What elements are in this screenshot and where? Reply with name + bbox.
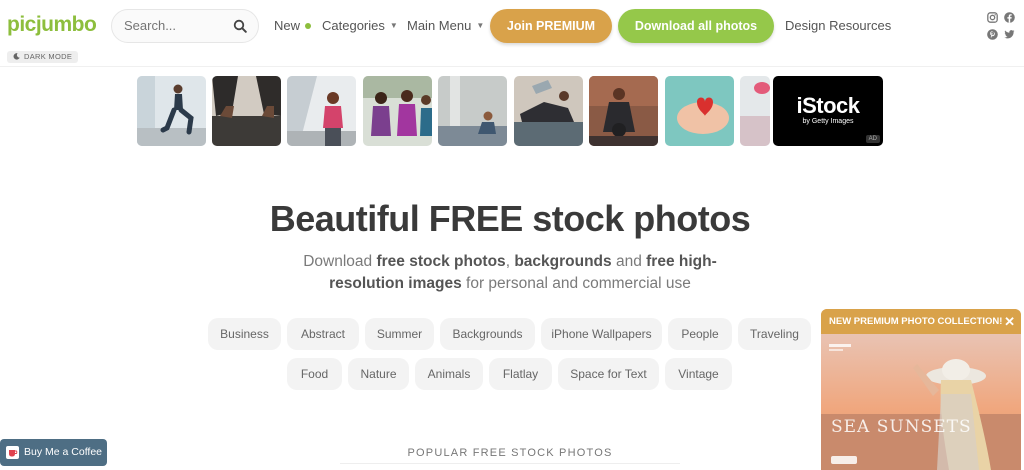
instagram-icon[interactable]	[987, 12, 998, 23]
ad-thumbnail[interactable]	[287, 76, 356, 146]
hero-sub-link-free-stock[interactable]: free stock photos	[376, 253, 505, 270]
hero-sub-text: Download	[303, 253, 377, 270]
header-divider	[0, 66, 1024, 67]
ad-thumbnail[interactable]	[137, 76, 206, 146]
popup-title: NEW PREMIUM PHOTO COLLECTION!	[821, 309, 1021, 334]
category-chip[interactable]: Business	[208, 318, 281, 350]
popular-divider	[340, 463, 680, 464]
close-icon[interactable]: ✕	[1004, 309, 1015, 334]
design-resources-link[interactable]: Design Resources	[785, 18, 891, 33]
caret-down-icon: ▼	[389, 21, 398, 30]
moon-icon	[13, 53, 20, 60]
category-chip[interactable]: Flatlay	[489, 358, 552, 390]
nav-new-label: New	[274, 18, 301, 33]
buy-me-coffee-button[interactable]: Buy Me a Coffee	[0, 439, 107, 466]
hero-title: Beautiful FREE stock photos	[269, 198, 751, 239]
dark-mode-toggle[interactable]: DARK MODE	[7, 51, 79, 63]
istock-subtitle: by Getty Images	[802, 118, 854, 125]
category-chip[interactable]: Backgrounds	[440, 318, 535, 350]
category-chip[interactable]: Nature	[348, 358, 409, 390]
premium-collection-popup[interactable]: NEW PREMIUM PHOTO COLLECTION! ✕ SEA SUNS…	[821, 309, 1021, 470]
search-input[interactable]	[124, 18, 234, 33]
nav-categories[interactable]: Categories ▼	[322, 18, 398, 33]
search-box[interactable]	[111, 9, 259, 43]
nav-main-menu-label: Main Menu	[407, 18, 472, 33]
category-chip[interactable]: Animals	[415, 358, 483, 390]
hero-sub-text: and	[611, 253, 647, 270]
ad-thumbnail[interactable]	[740, 76, 770, 146]
hero-sub-link-backgrounds[interactable]: backgrounds	[514, 253, 611, 270]
search-icon[interactable]	[233, 19, 247, 33]
ad-thumbnail[interactable]	[514, 76, 583, 146]
category-chip[interactable]: Traveling	[738, 318, 811, 350]
nav-main-menu[interactable]: Main Menu ▼	[407, 18, 484, 33]
coffee-cup-icon	[6, 446, 19, 459]
istock-logo: iStock	[796, 93, 860, 118]
caret-down-icon: ▼	[476, 21, 485, 30]
ad-thumbnail[interactable]	[665, 76, 734, 146]
coffee-label: Buy Me a Coffee	[24, 446, 103, 458]
ad-thumbnail[interactable]	[212, 76, 281, 146]
site-logo[interactable]: picjumbo	[7, 13, 97, 37]
category-chip[interactable]: Food	[287, 358, 342, 390]
category-chip[interactable]: Abstract	[287, 318, 359, 350]
popup-image-caption: SEA SUNSETS	[831, 417, 972, 437]
popup-promo-image[interactable]	[821, 334, 1021, 470]
site-header: picjumbo New Categories ▼ Main Menu ▼ Join…	[0, 0, 1024, 63]
ad-thumbnail[interactable]	[363, 76, 432, 146]
category-chip[interactable]: Summer	[365, 318, 434, 350]
ad-thumbnail[interactable]	[589, 76, 658, 146]
nav-new[interactable]: New	[274, 18, 312, 33]
ad-banner[interactable]: iStock by Getty Images AD	[137, 76, 883, 146]
pinterest-icon[interactable]	[987, 29, 998, 40]
istock-ad[interactable]: iStock by Getty Images AD	[773, 76, 883, 146]
ad-thumbnail[interactable]	[438, 76, 507, 146]
new-indicator-dot	[305, 23, 312, 29]
category-chip[interactable]: iPhone Wallpapers	[541, 318, 662, 350]
hero-subtitle: Download free stock photos, backgrounds …	[290, 251, 730, 295]
category-chip[interactable]: Space for Text	[558, 358, 659, 390]
facebook-icon[interactable]	[1004, 12, 1015, 23]
join-premium-button[interactable]: Join PREMIUM	[490, 9, 612, 43]
nav-categories-label: Categories	[322, 18, 385, 33]
twitter-icon[interactable]	[1004, 29, 1015, 40]
category-chip[interactable]: Vintage	[665, 358, 732, 390]
category-chip[interactable]: People	[668, 318, 732, 350]
download-all-button[interactable]: Download all photos	[618, 9, 774, 43]
ad-label: AD	[865, 135, 880, 143]
hero-sub-text: for personal and commercial use	[461, 275, 691, 292]
dark-mode-label: DARK MODE	[24, 52, 73, 61]
